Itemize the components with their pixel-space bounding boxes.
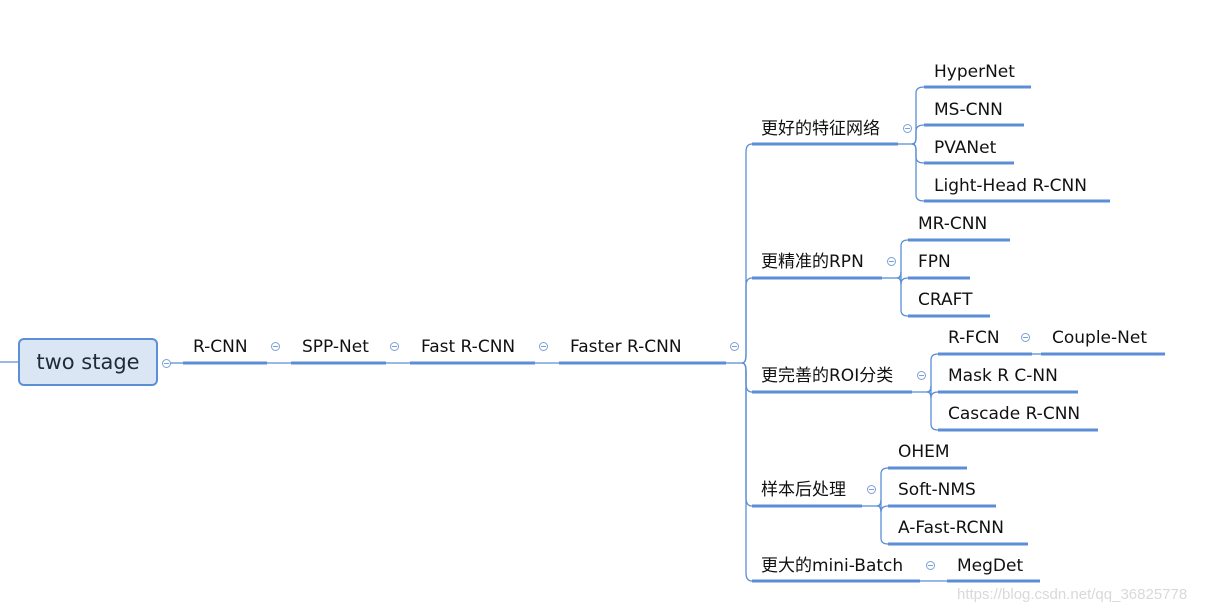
leaf-curve bbox=[876, 505, 889, 545]
collapse-toggle-icon[interactable] bbox=[903, 124, 912, 133]
leaf-curve bbox=[911, 143, 925, 202]
collapse-toggle-icon[interactable] bbox=[887, 257, 896, 266]
node-faster-r-cnn[interactable]: Faster R-CNN bbox=[570, 337, 682, 357]
branch-feature-network[interactable]: 更好的特征网络 bbox=[761, 119, 880, 139]
branch-roi[interactable]: 更完善的ROI分类 bbox=[761, 366, 893, 386]
branch-curve bbox=[741, 362, 753, 507]
root-node[interactable]: two stage bbox=[18, 338, 158, 386]
branch-curve bbox=[741, 362, 753, 393]
leaf-craft[interactable]: CRAFT bbox=[918, 290, 973, 310]
branch-post-processing[interactable]: 样本后处理 bbox=[761, 480, 846, 500]
leaf-cascade[interactable]: Cascade R-CNN bbox=[948, 404, 1080, 424]
node-fast-r-cnn[interactable]: Fast R-CNN bbox=[421, 337, 515, 357]
leaf-soft-nms[interactable]: Soft-NMS bbox=[898, 480, 976, 500]
collapse-toggle-icon[interactable] bbox=[162, 359, 171, 368]
collapse-toggle-icon[interactable] bbox=[1021, 333, 1030, 342]
leaf-curve bbox=[926, 353, 939, 393]
leaf-pvanet[interactable]: PVANet bbox=[934, 138, 996, 158]
node-spp-net[interactable]: SPP-Net bbox=[302, 337, 369, 357]
leaf-curve bbox=[926, 391, 939, 431]
watermark: https://blog.csdn.net/qq_36825778 bbox=[957, 586, 1188, 603]
collapse-toggle-icon[interactable] bbox=[867, 485, 876, 494]
leaf-ms-cnn[interactable]: MS-CNN bbox=[934, 100, 1003, 120]
root-label: two stage bbox=[36, 350, 140, 374]
leaf-couple-net[interactable]: Couple-Net bbox=[1052, 328, 1147, 348]
branch-mini-batch[interactable]: 更大的mini-Batch bbox=[761, 556, 903, 576]
leaf-hypernet[interactable]: HyperNet bbox=[934, 62, 1015, 82]
branch-curve bbox=[741, 277, 753, 364]
leaf-curve bbox=[911, 86, 925, 145]
leaf-curve bbox=[911, 124, 925, 145]
leaf-fpn[interactable]: FPN bbox=[918, 252, 951, 272]
leaf-curve bbox=[911, 143, 925, 164]
leaf-mr-cnn[interactable]: MR-CNN bbox=[918, 214, 987, 234]
leaf-megdet[interactable]: MegDet bbox=[957, 556, 1023, 576]
collapse-toggle-icon[interactable] bbox=[926, 561, 935, 570]
leaf-curve bbox=[896, 239, 909, 279]
branch-curve bbox=[741, 143, 753, 364]
collapse-toggle-icon[interactable] bbox=[730, 342, 739, 351]
node-r-cnn[interactable]: R-CNN bbox=[193, 337, 248, 357]
leaf-curve bbox=[876, 467, 889, 507]
collapse-toggle-icon[interactable] bbox=[271, 342, 280, 351]
leaf-light-head[interactable]: Light-Head R-CNN bbox=[934, 176, 1087, 196]
leaf-curve bbox=[896, 277, 909, 317]
branch-rpn[interactable]: 更精准的RPN bbox=[761, 252, 864, 272]
collapse-toggle-icon[interactable] bbox=[390, 342, 399, 351]
leaf-r-fcn[interactable]: R-FCN bbox=[948, 328, 1000, 348]
leaf-mask-rcnn[interactable]: Mask R C-NN bbox=[948, 366, 1058, 386]
branch-curve bbox=[741, 362, 753, 582]
leaf-a-fast-rcnn[interactable]: A-Fast-RCNN bbox=[898, 518, 1004, 538]
leaf-ohem[interactable]: OHEM bbox=[898, 442, 950, 462]
collapse-toggle-icon[interactable] bbox=[539, 342, 548, 351]
connector-lines bbox=[0, 85, 1165, 583]
collapse-toggle-icon[interactable] bbox=[917, 371, 926, 380]
